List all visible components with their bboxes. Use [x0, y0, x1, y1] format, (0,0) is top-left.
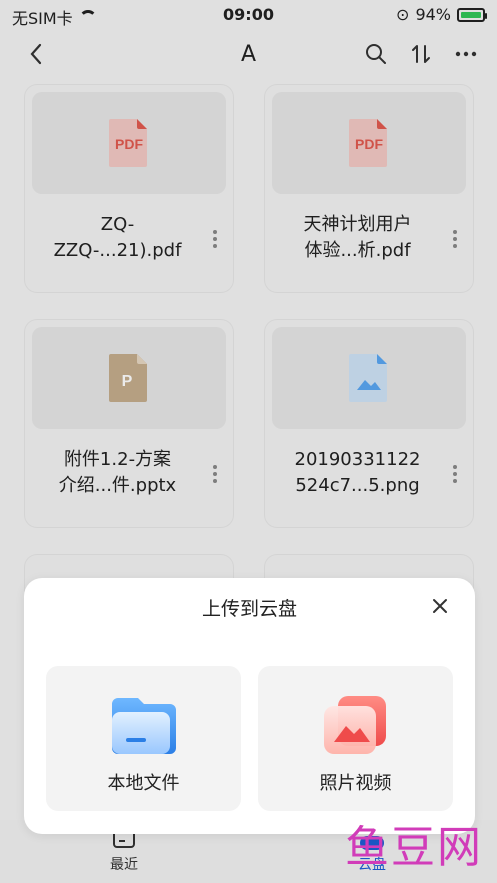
folder-icon	[111, 698, 176, 754]
close-icon[interactable]	[430, 596, 450, 616]
option-label: 照片视频	[319, 773, 392, 794]
sheet-title: 上传到云盘	[201, 598, 297, 620]
upload-photos-videos-button[interactable]: 照片视频	[258, 666, 453, 811]
photo-icon	[323, 696, 386, 754]
watermark-text: 鱼豆网	[345, 822, 483, 873]
upload-sheet: 上传到云盘 本地文件 照片视频	[24, 578, 475, 834]
option-label: 本地文件	[107, 773, 180, 794]
upload-local-files-button[interactable]: 本地文件	[46, 666, 241, 811]
